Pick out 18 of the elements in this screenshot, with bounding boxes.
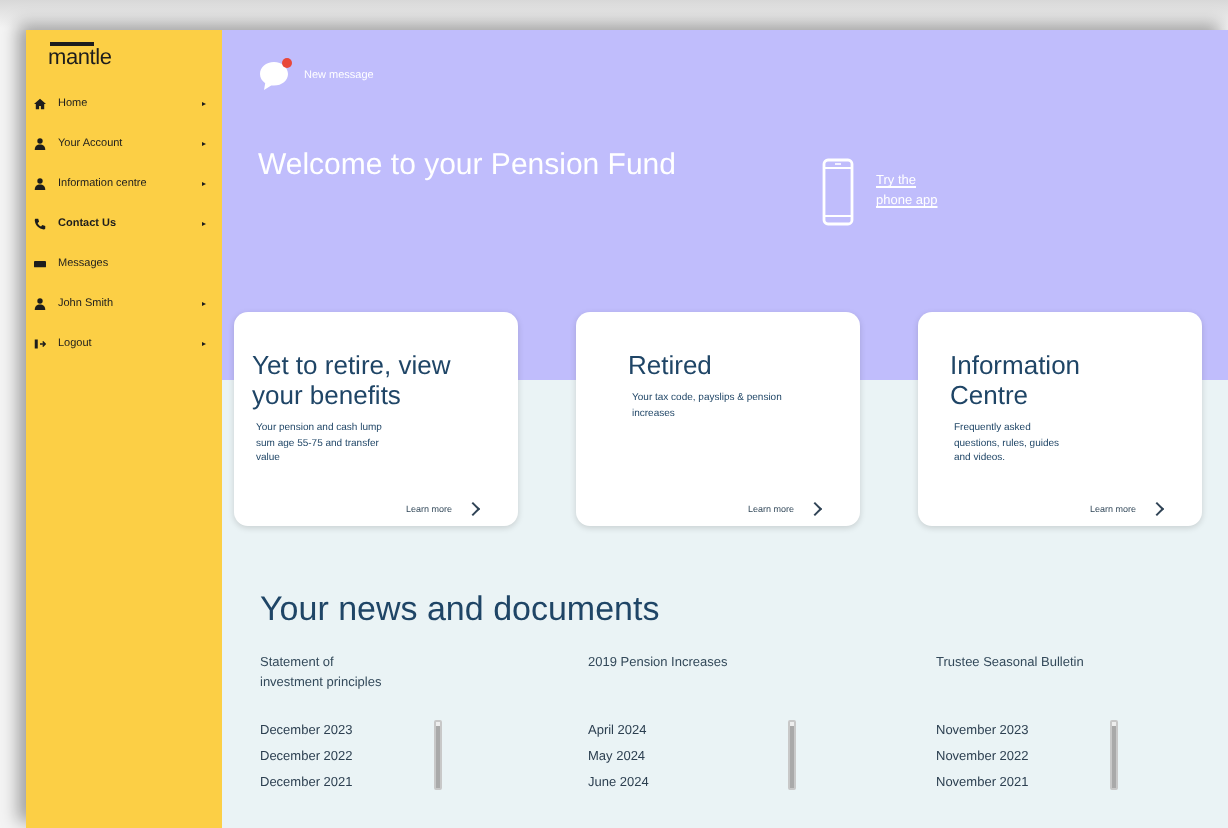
section-title: Your news and documents	[260, 590, 662, 630]
person-icon	[34, 298, 46, 310]
logout-icon	[34, 338, 46, 350]
scrollbar[interactable]	[434, 720, 442, 790]
phone-icon	[34, 218, 46, 230]
card-title: Information Centre	[950, 350, 1083, 410]
logo: mantle	[48, 42, 112, 72]
phone-icon	[822, 158, 854, 226]
card-title: Yet to retire, view your benefits	[252, 350, 453, 410]
scrollbar[interactable]	[788, 720, 796, 790]
person-icon	[34, 138, 46, 150]
envelope-icon	[34, 258, 46, 270]
page-title: Welcome to your Pension Fund	[258, 148, 678, 182]
message-icon[interactable]	[258, 60, 290, 92]
card-title: Retired	[628, 350, 714, 380]
home-icon	[34, 98, 46, 110]
scrollbar[interactable]	[1110, 720, 1118, 790]
person-icon	[34, 178, 46, 190]
